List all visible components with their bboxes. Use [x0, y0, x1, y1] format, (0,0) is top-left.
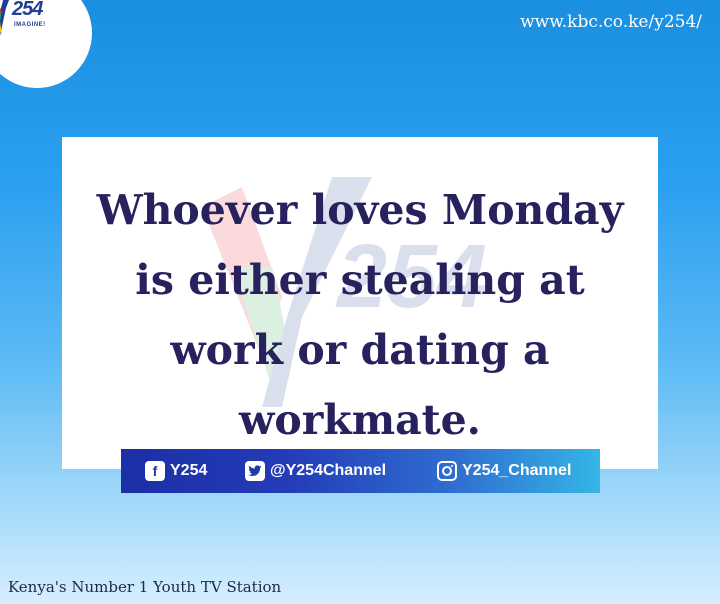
website-url[interactable]: www.kbc.co.ke/y254/: [520, 12, 702, 32]
logo-number: 254: [12, 0, 43, 20]
logo-tagline: IMAGINE!: [14, 22, 46, 28]
instagram-handle: Y254_Channel: [462, 462, 572, 479]
footer-tagline: Kenya's Number 1 Youth TV Station: [8, 578, 282, 596]
facebook-link[interactable]: f Y254: [145, 461, 207, 481]
quote-card: 254 Whoever loves Monday is either steal…: [62, 137, 658, 469]
y254-logo: 254 IMAGINE!: [0, 0, 92, 88]
social-bar: f Y254 @Y254Channel Y254_Channel: [121, 449, 600, 493]
quote-text: Whoever loves Monday is either stealing …: [96, 186, 624, 444]
twitter-handle: @Y254Channel: [270, 462, 387, 479]
instagram-link[interactable]: Y254_Channel: [437, 461, 571, 481]
twitter-link[interactable]: @Y254Channel: [245, 461, 386, 481]
twitter-icon: [245, 461, 265, 481]
instagram-icon: [437, 461, 457, 481]
facebook-icon: f: [145, 461, 165, 481]
facebook-handle: Y254: [170, 462, 208, 479]
